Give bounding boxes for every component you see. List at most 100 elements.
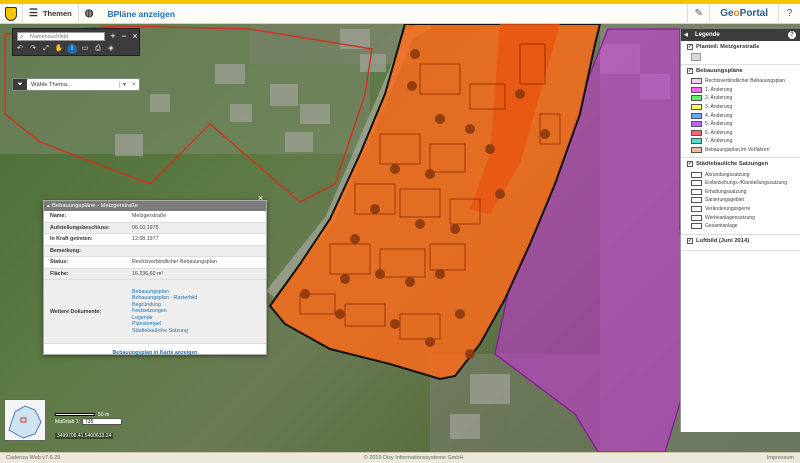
legend-section-title: Planteil: Metzgerstraße <box>696 44 760 50</box>
checkbox-icon[interactable]: ✓ <box>687 237 693 244</box>
legend-swatch <box>691 180 702 187</box>
popup-row-key: Aufstellungsbeschluss: <box>50 224 110 231</box>
legend-item-label: 3. Änderung <box>705 104 733 111</box>
header-right-tools: ✎ Ge o Portal ? <box>687 3 800 24</box>
legend-section: ✓ Luftbild (Juni 2014) <box>681 235 800 251</box>
info-icon[interactable]: i <box>67 44 77 54</box>
feature-info-popup: × Bebauungspläne - Metzgerstraße Name:Me… <box>43 194 267 356</box>
globe-button[interactable]: ◍ <box>77 3 100 24</box>
checkbox-icon[interactable]: ✓ <box>687 68 693 74</box>
popup-row-key: Bemerkung: <box>50 247 81 254</box>
legend-section-toggle[interactable]: ✓ Städtebauliche Satzungen <box>687 161 796 168</box>
legend-section-toggle[interactable]: ✓ Bebauungspläne <box>687 68 796 74</box>
legend-item: Sanierungsgebiet <box>687 196 796 205</box>
overview-map[interactable] <box>4 399 46 441</box>
legend-item: 2. Änderung <box>687 94 796 103</box>
popup-row-value: 06.10.1975 <box>132 224 159 231</box>
legend-item: 3. Änderung <box>687 103 796 112</box>
legend-section-title: Luftbild (Juni 2014) <box>696 237 750 244</box>
search-icon: ⌕ <box>20 34 24 40</box>
legend-swatch <box>691 112 702 119</box>
legend-item-label: 7. Änderung <box>705 138 733 145</box>
legend-item: 7. Änderung <box>687 137 796 146</box>
legend-section-title: Bebauungspläne <box>696 68 743 74</box>
tool-row: ↶ ↷ ⤢ ✋ i ▭ ⎙ ◈ <box>15 44 116 54</box>
legend-swatch <box>691 129 702 136</box>
legend-item-label: Einbeziehungs-/Klarstellungssatzung <box>705 180 787 187</box>
popup-row: Name: Metzgerstraße <box>44 211 266 223</box>
legend-item-label: Abrundungssatzung <box>705 171 750 178</box>
scale-bar <box>55 412 95 416</box>
legend-item: Werbeanlagensatzung <box>687 213 796 222</box>
popup-row-value: 16.236,60 m² <box>132 270 164 277</box>
scale-input[interactable]: 735 <box>82 418 123 425</box>
undo-icon[interactable]: ↶ <box>15 44 25 54</box>
legend-item: 6. Änderung <box>687 129 796 138</box>
legend-panel: Legende ? ✓Planteil: Metzgerstraße✓Bebau… <box>680 29 800 432</box>
legend-title: Legende <box>695 32 720 38</box>
legend-item: Einbeziehungs-/Klarstellungssatzung <box>687 179 796 188</box>
help-icon[interactable]: ? <box>778 3 800 24</box>
legend-item-label: 2. Änderung <box>705 95 733 102</box>
measure-icon[interactable]: ▭ <box>80 44 90 54</box>
legend-section-toggle[interactable]: ✓ Planteil: Metzgerstraße <box>687 44 796 50</box>
city-logo <box>0 4 22 24</box>
legend-item-label: 1. Änderung <box>705 86 733 93</box>
overview-copyright: © OSM <box>7 436 22 441</box>
legend-swatch <box>691 121 702 128</box>
coordinate-readout: 3499706.41 5400633.24 <box>55 433 114 439</box>
fullscreen-icon[interactable]: ⤢ <box>41 44 51 54</box>
planteil-swatch <box>691 53 701 61</box>
doc-links: Bebauungsplan Bebauungsplan - Rasterbild B… <box>132 289 266 334</box>
zoom-out-button[interactable]: − <box>119 31 129 41</box>
chevron-down-icon[interactable]: ▾ <box>119 81 129 88</box>
legend-item-label: 5. Änderung <box>705 121 733 128</box>
redo-icon[interactable]: ↷ <box>28 44 38 54</box>
document-link[interactable]: Städtebauliche Satzung <box>132 328 266 334</box>
place-search-input[interactable]: ⌕ Namensuchfeld <box>17 32 105 41</box>
scale-label: Maßstab 1: <box>55 418 81 425</box>
legend-section-title: Städtebauliche Satzungen <box>696 161 769 168</box>
legend-item: Erhaltungssatzung <box>687 188 796 197</box>
legend-header[interactable]: Legende ? <box>681 29 800 41</box>
legend-item: Veränderungssperre <box>687 205 796 214</box>
footer-impressum-link[interactable]: Impressum <box>767 455 794 461</box>
themes-menu-button[interactable]: ☰ Themen <box>22 3 78 24</box>
zoom-in-button[interactable]: + <box>108 31 118 41</box>
globe-icon: ◍ <box>84 8 94 19</box>
legend-item-label: Sanierungsgebiet <box>705 197 744 204</box>
legend-item-label: Rechtsverbindlicher Bebauungsplan <box>705 78 786 85</box>
legend-item-label: Bebauungsplan im Verfahren <box>705 147 770 154</box>
pan-hand-icon[interactable]: ✋ <box>54 44 64 54</box>
legend-section: ✓ Bebauungspläne Rechtsverbindlicher Bebau… <box>681 65 800 159</box>
print-icon[interactable]: ⎙ <box>93 44 103 54</box>
legend-item: Bebauungsplan im Verfahren <box>687 146 796 155</box>
popup-row-value: Metzgerstraße <box>132 213 167 220</box>
popup-row-key: Name: <box>50 213 67 220</box>
close-icon[interactable]: × <box>129 82 139 88</box>
show-plan-in-map-link[interactable]: Bebauungsplan in Karte anzeigen <box>44 344 266 356</box>
legend-item: Abrundungssatzung <box>687 170 796 179</box>
theme-select[interactable]: Wähle Thema... <box>27 82 119 88</box>
legend-help-icon[interactable]: ? <box>788 31 796 39</box>
layers-icon[interactable]: ◈ <box>106 44 116 54</box>
popup-row-value: 12.08.1977 <box>132 236 159 243</box>
menu-icon: ☰ <box>29 8 38 19</box>
app-header: ☰ Themen ◍ BPläne anzeigen ✎ Ge o Portal ? <box>0 3 800 24</box>
popup-row-key: Status: <box>50 259 68 266</box>
legend-swatch <box>691 78 702 85</box>
popup-attribute-table: Name: Metzgerstraße Aufstellungsbeschluss:… <box>44 211 266 280</box>
legend-item-label: 6. Änderung <box>705 129 733 136</box>
pencil-icon[interactable]: ✎ <box>687 3 709 24</box>
legend-body: ✓ Planteil: Metzgerstraße ✓ Bebauungspläne R… <box>681 41 800 251</box>
theme-selector[interactable]: ⏷ Wähle Thema... ▾ × <box>12 78 140 91</box>
scale-widget: 50 m Maßstab 1: 735 <box>55 412 123 425</box>
legend-item: 5. Änderung <box>687 120 796 129</box>
checkbox-icon[interactable]: ✓ <box>687 44 693 50</box>
legend-section-toggle[interactable]: ✓ Luftbild (Juni 2014) <box>687 237 796 244</box>
close-toolbar-button[interactable]: × <box>130 31 140 41</box>
themes-menu-label: Themen <box>42 9 72 18</box>
app-footer: Cadenza Web v7.6.29 © 2019 Disy Informat… <box>0 452 800 463</box>
legend-item: Gesamtanlage <box>687 222 796 231</box>
checkbox-icon[interactable]: ✓ <box>687 161 693 168</box>
